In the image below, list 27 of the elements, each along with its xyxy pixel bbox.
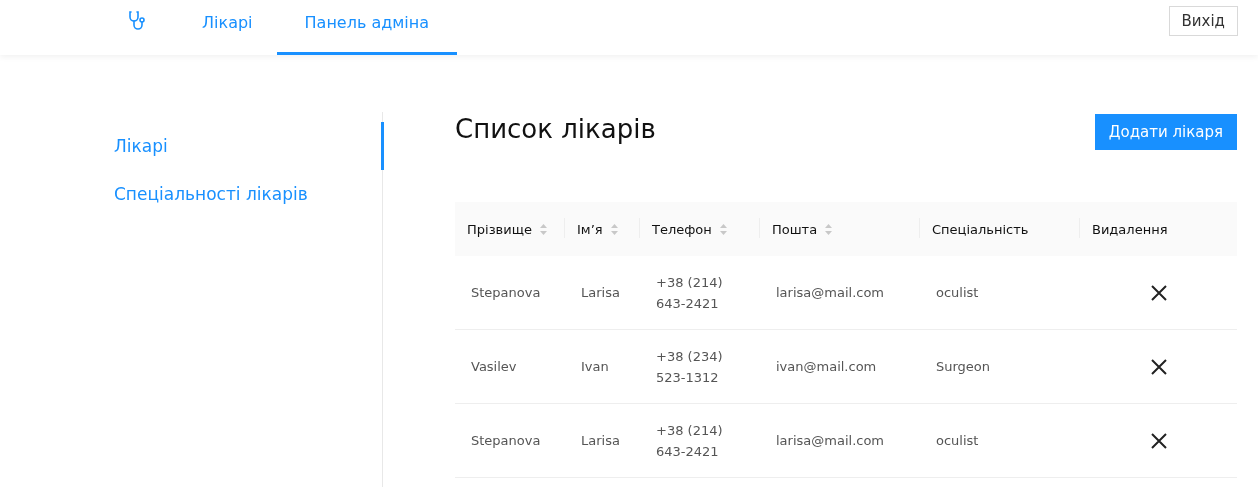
column-header: Спеціальність [932, 221, 1029, 237]
table-cell: Surgeon [936, 359, 991, 374]
stethoscope-icon[interactable] [128, 9, 148, 32]
table-cell: oculist [936, 285, 979, 300]
table-cell: larisa@mail.com [776, 285, 885, 300]
table-cell: Larisa [581, 285, 620, 300]
table-cell: Stepanova [471, 285, 541, 300]
table-cell: oculist [936, 433, 979, 448]
table-cell-text: +38 (234) 523-1312 [656, 347, 723, 387]
table-cell: Stepanova [471, 433, 541, 448]
table-cell: ivan@mail.com [776, 359, 877, 374]
table-cell: Ivan [581, 359, 609, 374]
table-cell-text: +38 (214) 643-2421 [656, 421, 723, 461]
logout-button[interactable]: Вихід [1168, 5, 1238, 36]
delete-icon[interactable] [1150, 358, 1167, 375]
column-header[interactable]: Телефон [652, 221, 727, 237]
table-cell: Larisa [581, 433, 620, 448]
table-cell-text: +38 (214) 643-2421 [656, 273, 723, 313]
table-cell: Vasilev [471, 359, 517, 374]
delete-icon[interactable] [1150, 432, 1167, 449]
column-header[interactable]: Ім’я [577, 221, 618, 237]
column-header: Видалення [1092, 221, 1169, 237]
table-cell: larisa@mail.com [776, 433, 885, 448]
delete-icon[interactable] [1150, 284, 1167, 301]
column-header[interactable]: Пошта [772, 221, 833, 237]
column-header[interactable]: Прізвище [467, 221, 547, 237]
page-title: Список лікарів [455, 113, 656, 144]
